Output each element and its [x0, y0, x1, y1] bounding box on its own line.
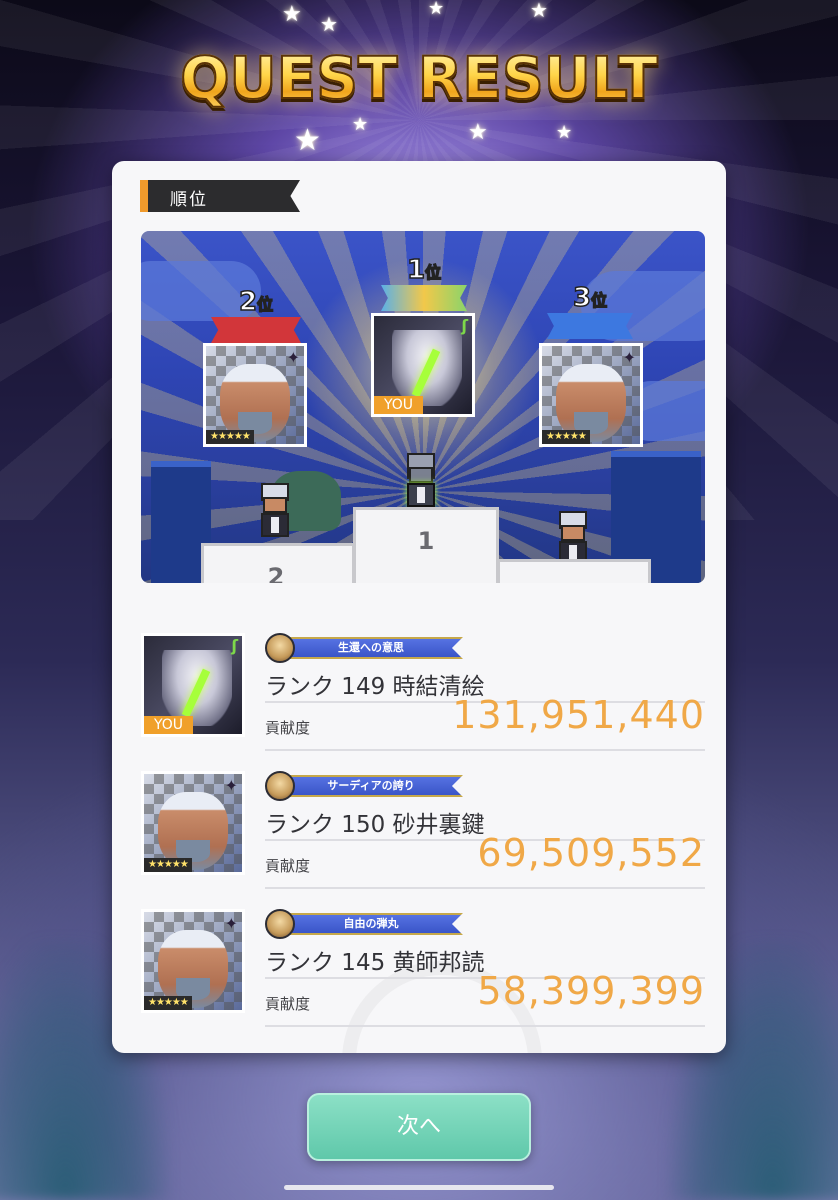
result-row-3[interactable]: ✦ ★★★★★ 自由の弾丸 ランク 145 黄師邦読 貢献度 58,399,39… — [141, 909, 705, 1029]
podium-portrait-2[interactable]: ✦ ★★★★★ — [203, 343, 307, 447]
rank-ribbon-1 — [381, 285, 467, 311]
player-portrait: ✦ ★★★★★ — [141, 771, 245, 875]
rank-label-2: 2位 — [238, 286, 274, 318]
player-name: ランク 145 黄師邦読 — [265, 950, 485, 976]
next-button[interactable]: 次へ — [307, 1093, 531, 1161]
title-badge: 自由の弾丸 — [265, 909, 465, 939]
section-header-label: 順位 — [170, 190, 208, 210]
title-badge-label: サーディアの誇り — [279, 775, 463, 797]
title-badge: サーディアの誇り — [265, 771, 465, 801]
star-icon: ★ — [428, 0, 445, 19]
contribution-score: 58,399,399 — [477, 969, 705, 1013]
character-face — [392, 330, 462, 406]
pedestal-number-2: 2 — [267, 563, 285, 583]
element-icon: ʃ — [231, 636, 238, 655]
result-row-1[interactable]: ʃ YOU 生還への意思 ランク 149 時結清絵 貢献度 131,951,44… — [141, 633, 705, 753]
player-portrait: ✦ ★★★★★ — [141, 909, 245, 1013]
star-icon: ★ — [556, 122, 573, 143]
section-header: 順位 — [140, 180, 300, 212]
podium-scene: 2位 ✦ ★★★★★ 1位 ʃ YOU 3位 ✦ ★★★★★ 2 1 — [141, 231, 705, 583]
rarity-stars: ★★★★★ — [542, 430, 590, 444]
score-label: 貢献度 — [265, 719, 311, 737]
section-header-accent — [140, 180, 148, 212]
rank-label-1: 1位 — [406, 254, 442, 286]
player-portrait: ʃ YOU — [141, 633, 245, 737]
contribution-score: 131,951,440 — [452, 693, 705, 737]
podium-portrait-3[interactable]: ✦ ★★★★★ — [539, 343, 643, 447]
rarity-stars: ★★★★★ — [144, 858, 192, 872]
star-icon: ★ — [352, 114, 369, 135]
title-emblem-icon — [265, 633, 295, 663]
star-icon: ★ — [282, 2, 302, 27]
page-title: QUEST RESULT — [0, 43, 838, 113]
rarity-stars: ★★★★★ — [144, 996, 192, 1010]
title-emblem-icon — [265, 771, 295, 801]
rarity-stars: ★★★★★ — [206, 430, 254, 444]
element-icon: ✦ — [224, 914, 238, 933]
element-icon: ✦ — [622, 348, 636, 367]
score-label: 貢献度 — [265, 995, 311, 1013]
pedestal-3 — [497, 559, 651, 583]
player-name: ランク 150 砂井裏鍵 — [265, 812, 485, 838]
you-tag: YOU — [374, 396, 424, 414]
row-divider — [265, 749, 705, 751]
rank-ribbon-2 — [211, 317, 301, 343]
result-card: 順位 2位 ✦ ★★★★★ 1位 ʃ YOU 3位 ✦ ★★★★★ 2 1 ʃ … — [112, 161, 726, 1053]
character-sprite-1 — [403, 453, 439, 509]
element-icon: ʃ — [461, 316, 468, 335]
star-icon: ★ — [294, 123, 321, 158]
character-face — [162, 650, 232, 726]
title-emblem-icon — [265, 909, 295, 939]
rank-ribbon-3 — [547, 313, 633, 339]
you-tag: YOU — [144, 716, 194, 734]
star-icon: ★ — [320, 12, 338, 36]
result-row-2[interactable]: ✦ ★★★★★ サーディアの誇り ランク 150 砂井裏鍵 貢献度 69,509… — [141, 771, 705, 891]
title-badge: 生還への意思 — [265, 633, 465, 663]
star-icon: ★ — [530, 0, 548, 22]
row-divider — [265, 887, 705, 889]
rank-label-3: 3位 — [572, 282, 608, 314]
title-badge-label: 自由の弾丸 — [279, 913, 463, 935]
score-label: 貢献度 — [265, 857, 311, 875]
home-indicator[interactable] — [284, 1185, 554, 1190]
character-sprite-2 — [257, 483, 293, 539]
contribution-score: 69,509,552 — [477, 831, 705, 875]
pedestal-number-1: 1 — [417, 527, 435, 555]
element-icon: ✦ — [286, 348, 300, 367]
title-badge-label: 生還への意思 — [279, 637, 463, 659]
element-icon: ✦ — [224, 776, 238, 795]
star-icon: ★ — [468, 120, 488, 145]
row-divider — [265, 1025, 705, 1027]
podium-portrait-1[interactable]: ʃ YOU — [371, 313, 475, 417]
